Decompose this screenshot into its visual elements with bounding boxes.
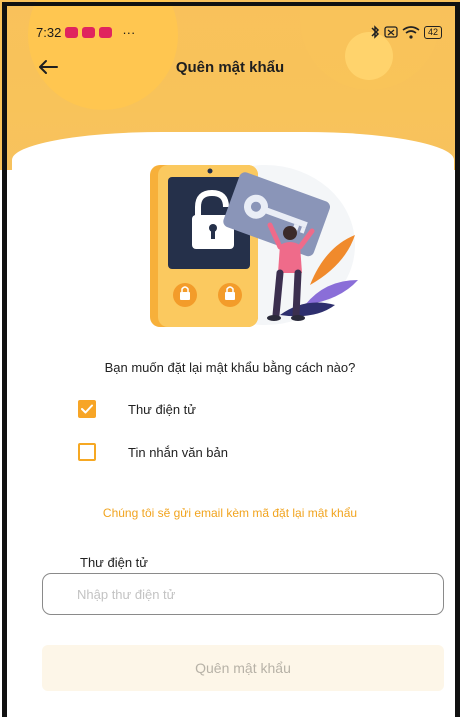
checkmark-icon bbox=[81, 404, 93, 414]
status-bar: 7:32 ··· 42 bbox=[36, 22, 442, 42]
notification-icon bbox=[82, 26, 96, 38]
email-info-text: Chúng tôi sẽ gửi email kèm mã đặt lại mậ… bbox=[102, 506, 358, 520]
forgot-password-screen: 7:32 ··· 42 Quên mật khẩu Bạn muốn đặt l… bbox=[0, 0, 460, 719]
email-checkbox[interactable] bbox=[78, 400, 96, 418]
sms-checkbox[interactable] bbox=[78, 443, 96, 461]
option-sms-label: Tin nhắn văn bản bbox=[128, 444, 228, 460]
wifi-icon bbox=[402, 25, 420, 39]
unlock-padlock-illustration bbox=[150, 165, 358, 327]
bluetooth-icon bbox=[371, 25, 380, 39]
email-field[interactable] bbox=[42, 573, 444, 615]
status-left: 7:32 ··· bbox=[36, 25, 135, 40]
sim-icon bbox=[384, 26, 398, 38]
page-title: Quên mật khẩu bbox=[175, 58, 285, 76]
top-bar: Quên mật khẩu bbox=[30, 52, 430, 82]
option-email-label: Thư điện tử bbox=[128, 401, 196, 417]
notification-icon bbox=[99, 26, 113, 38]
battery-icon: 42 bbox=[423, 25, 442, 39]
status-right: 42 bbox=[370, 25, 442, 39]
status-time: 7:32 bbox=[36, 24, 62, 40]
reset-method-question: Bạn muốn đặt lại mật khẩu bằng cách nào? bbox=[104, 360, 356, 375]
notification-icon bbox=[65, 26, 79, 38]
email-field-label: Thư điện tử bbox=[80, 555, 148, 570]
option-sms[interactable]: Tin nhắn văn bản bbox=[78, 441, 228, 463]
option-email[interactable]: Thư điện tử bbox=[78, 398, 196, 420]
forgot-password-button[interactable]: Quên mật khẩu bbox=[42, 645, 444, 691]
more-notifications-indicator: ··· bbox=[122, 24, 136, 40]
